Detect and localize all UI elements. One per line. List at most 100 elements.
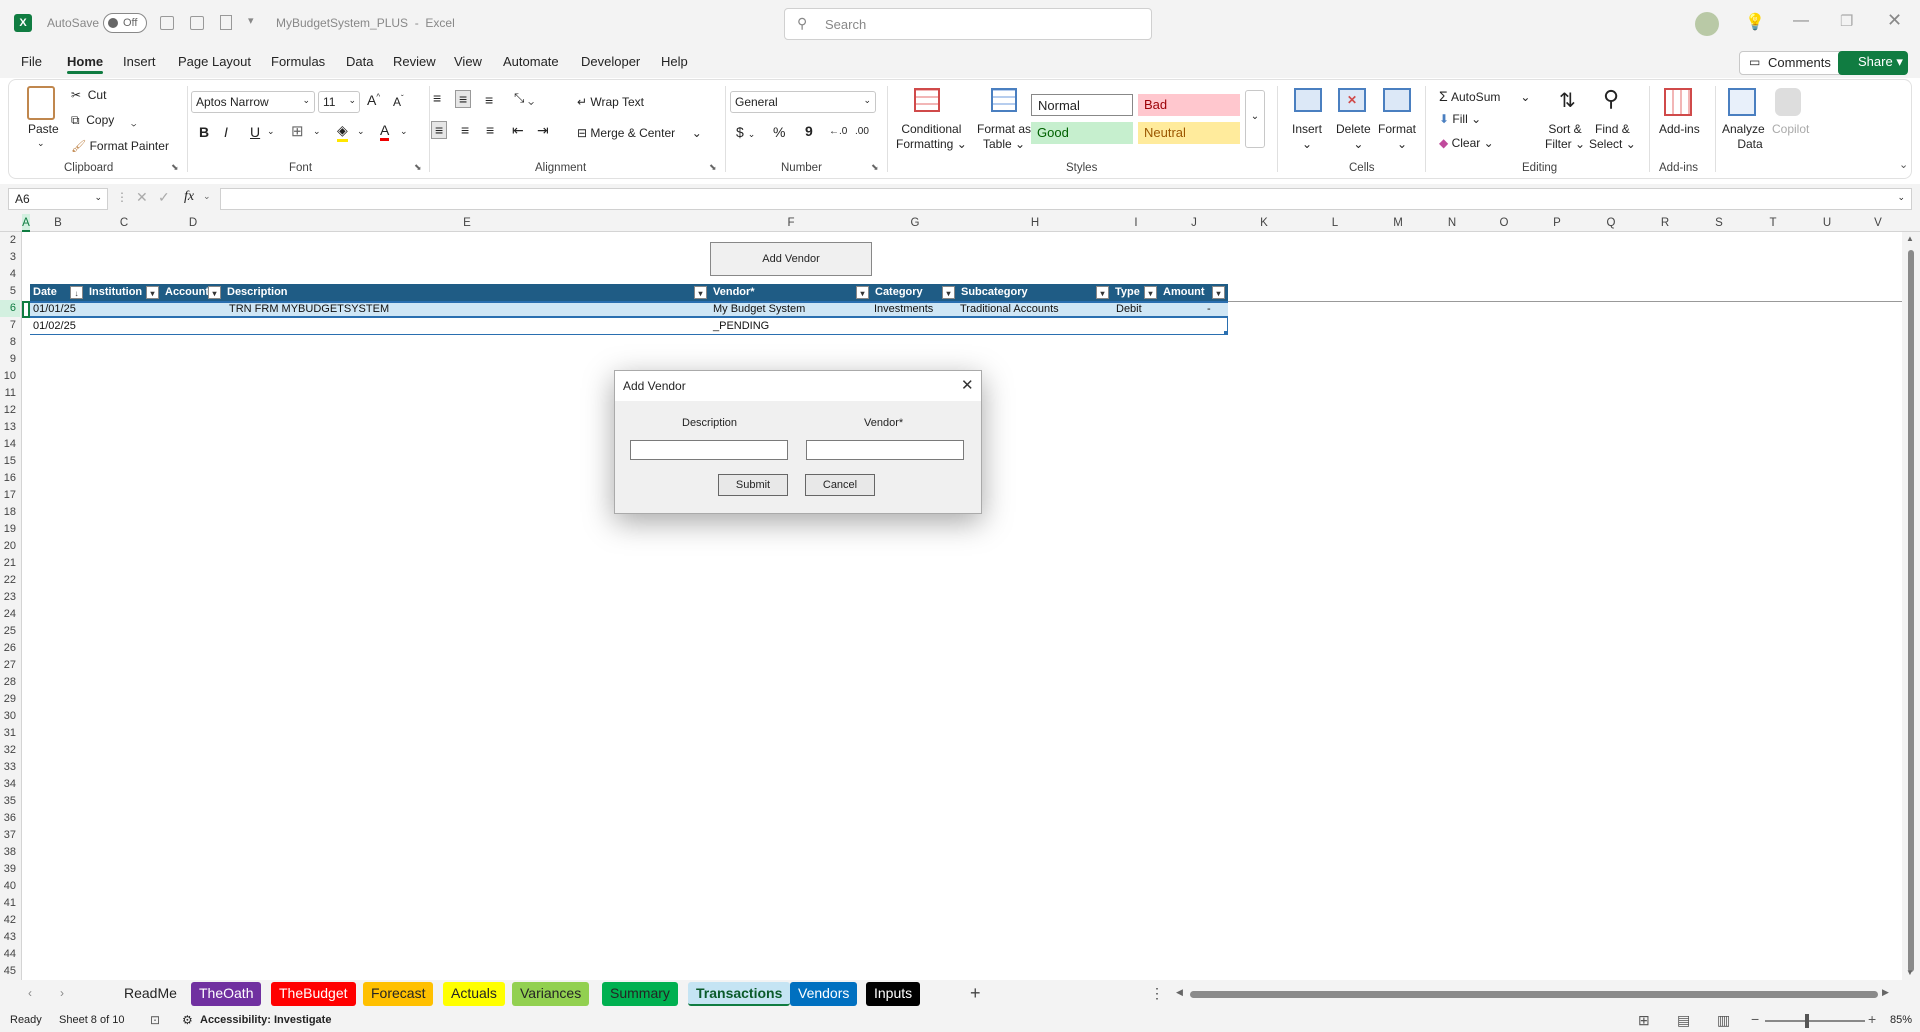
table-row[interactable] — [30, 318, 1228, 335]
scroll-left-icon[interactable]: ◀ — [1176, 987, 1183, 998]
column-header[interactable]: C — [86, 214, 162, 232]
paste-dropdown-icon[interactable]: ⌄ — [37, 138, 45, 149]
row-header[interactable]: 16 — [0, 470, 20, 487]
row-header[interactable]: 17 — [0, 487, 20, 504]
menu-insert[interactable]: Insert — [123, 54, 156, 69]
row-header[interactable]: 34 — [0, 776, 20, 793]
row-header[interactable]: 9 — [0, 351, 20, 368]
row-header[interactable]: 5 — [0, 283, 20, 300]
row-header[interactable]: 19 — [0, 521, 20, 538]
zoom-in-icon[interactable]: + — [1868, 1011, 1876, 1027]
zoom-out-icon[interactable]: − — [1751, 1011, 1759, 1027]
align-top-icon[interactable]: ≡ — [433, 90, 441, 106]
align-right-icon[interactable]: ≡ — [486, 122, 494, 138]
column-header[interactable]: U — [1800, 214, 1854, 232]
increase-font-icon[interactable]: A^ — [367, 92, 380, 108]
row-header[interactable]: 31 — [0, 725, 20, 742]
font-color-icon[interactable]: A — [380, 122, 390, 141]
vendor-input[interactable] — [806, 440, 964, 460]
normal-view-icon[interactable]: ⊞ — [1638, 1012, 1650, 1029]
row-header[interactable]: 11 — [0, 385, 20, 402]
tab-options-icon[interactable]: ⋮ — [1150, 985, 1164, 1002]
header-description[interactable]: Description ▾ — [224, 284, 710, 301]
row-header[interactable]: 20 — [0, 538, 20, 555]
row-header[interactable]: 41 — [0, 895, 20, 912]
column-header[interactable]: H — [958, 214, 1112, 232]
cell-date[interactable]: 01/02/25 — [30, 318, 76, 335]
header-account[interactable]: Account ▾ — [162, 284, 224, 301]
zoom-slider-thumb[interactable] — [1805, 1014, 1809, 1028]
menu-home[interactable]: Home — [67, 54, 104, 74]
column-header[interactable]: E — [224, 214, 710, 232]
column-header[interactable]: M — [1370, 214, 1426, 232]
row-header[interactable]: 43 — [0, 929, 20, 946]
name-box[interactable]: A6 ⌄ — [8, 188, 108, 210]
row-header[interactable]: 25 — [0, 623, 20, 640]
tab-actuals[interactable]: Actuals — [443, 982, 505, 1006]
next-sheet-icon[interactable]: › — [60, 986, 64, 1000]
header-amount[interactable]: Amount ▾ — [1160, 284, 1228, 301]
row-header[interactable]: 42 — [0, 912, 20, 929]
insert-function-icon[interactable]: fx — [184, 189, 194, 205]
scroll-down-icon[interactable]: ▼ — [1906, 968, 1914, 977]
fx-dropdown-icon[interactable]: ⌄ — [203, 191, 211, 202]
row-header[interactable]: 33 — [0, 759, 20, 776]
comma-button[interactable]: 9 — [805, 123, 813, 139]
style-neutral[interactable]: Neutral — [1138, 122, 1240, 144]
menu-automate[interactable]: Automate — [503, 54, 559, 69]
tab-thebudget[interactable]: TheBudget — [271, 982, 356, 1006]
menu-help[interactable]: Help — [661, 54, 688, 69]
scroll-right-icon[interactable]: ▶ — [1882, 987, 1889, 998]
column-header[interactable]: N — [1426, 214, 1478, 232]
fill-color-dropdown-icon[interactable]: ⌄ — [357, 126, 365, 137]
new-file-icon[interactable] — [220, 15, 232, 30]
styles-more-icon[interactable]: ⌄ — [1245, 90, 1265, 148]
worksheet-grid[interactable]: ABCDEFGHIJKLMNOPQRSTUV 2 3 4 5 6 7 8 9 10 11 12 13 1… — [0, 214, 1920, 980]
style-good[interactable]: Good — [1031, 122, 1133, 144]
search-box[interactable]: ⚲ Search — [784, 8, 1152, 40]
close-window-icon[interactable]: ✕ — [1887, 10, 1902, 31]
column-header[interactable]: B — [30, 214, 86, 232]
column-header[interactable]: J — [1160, 214, 1228, 232]
macro-record-icon[interactable]: ⊡ — [150, 1013, 160, 1027]
alignment-launcher-icon[interactable]: ⬊ — [709, 162, 717, 173]
underline-dropdown-icon[interactable]: ⌄ — [267, 126, 275, 137]
column-header[interactable]: I — [1112, 214, 1160, 232]
tab-theoath[interactable]: TheOath — [191, 982, 262, 1006]
filter-category-icon[interactable]: ▾ — [942, 286, 955, 299]
column-header[interactable]: R — [1638, 214, 1692, 232]
column-header[interactable]: L — [1300, 214, 1370, 232]
scroll-up-icon[interactable]: ▲ — [1906, 234, 1914, 243]
analyze-data-icon[interactable] — [1728, 88, 1756, 116]
italic-button[interactable]: I — [224, 124, 228, 140]
save-icon[interactable] — [160, 16, 174, 30]
row-header[interactable]: 26 — [0, 640, 20, 657]
row-header[interactable]: 4 — [0, 266, 20, 283]
header-institution[interactable]: Institution ▾ — [86, 284, 162, 301]
conditional-formatting-button[interactable]: Conditional Formatting ⌄ — [896, 122, 967, 152]
filter-amount-icon[interactable]: ▾ — [1212, 286, 1225, 299]
format-as-table-button[interactable]: Format as Table ⌄ — [977, 122, 1031, 152]
cell-category[interactable]: Investments — [872, 301, 933, 318]
fill-color-icon[interactable]: ◈ — [337, 122, 348, 142]
row-header[interactable]: 22 — [0, 572, 20, 589]
customize-toolbar-icon[interactable]: ▾ — [248, 14, 254, 27]
restore-icon[interactable]: ❐ — [1840, 12, 1853, 30]
analyze-data-button[interactable]: Analyze Data — [1722, 122, 1765, 152]
row-header[interactable]: 40 — [0, 878, 20, 895]
add-vendor-sheet-button[interactable]: Add Vendor — [710, 242, 872, 276]
tab-readme[interactable]: ReadMe — [116, 982, 185, 1006]
format-cells-button[interactable]: Format ⌄ — [1378, 122, 1416, 152]
cancel-entry-icon[interactable]: ✕ — [136, 189, 148, 206]
submit-button[interactable]: Submit — [718, 474, 788, 496]
underline-button[interactable]: U — [250, 124, 260, 140]
row-header[interactable]: 10 — [0, 368, 20, 385]
format-as-table-icon[interactable] — [991, 88, 1017, 112]
horizontal-scroll-thumb[interactable] — [1190, 991, 1878, 998]
menu-data[interactable]: Data — [346, 54, 373, 69]
align-bottom-icon[interactable]: ≡ — [485, 92, 493, 108]
accessibility-icon[interactable]: ⚙ — [182, 1013, 193, 1027]
menu-file[interactable]: File — [21, 54, 42, 69]
column-header[interactable]: K — [1228, 214, 1300, 232]
menu-review[interactable]: Review — [393, 54, 436, 69]
